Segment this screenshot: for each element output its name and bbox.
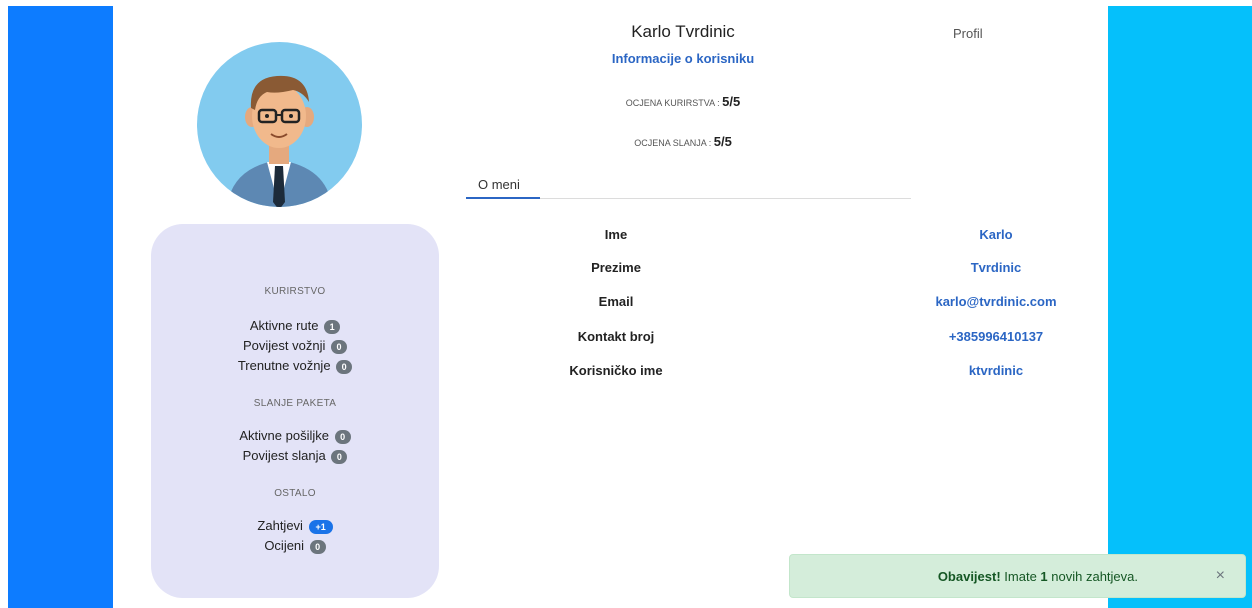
detail-row: Email karlo@tvrdinic.com: [466, 294, 1166, 314]
sidebar-section-title: KURIRSTVO: [264, 286, 326, 297]
notification-strong: Obavijest!: [937, 569, 1001, 584]
sidebar-item-label: Zahtjevi: [257, 518, 303, 533]
count-badge: 0: [334, 429, 351, 444]
profile-label: Profil: [953, 26, 983, 41]
sending-rating-value: 5/5: [713, 134, 732, 149]
user-full-name: Karlo Tvrdinic: [631, 22, 735, 41]
notification-message: Obavijest! Imate 1 novih zahtjeva.: [790, 569, 1138, 584]
sidebar-item-povijest-slanja[interactable]: Povijest slanja 0: [151, 446, 439, 466]
sidebar-item-povijest-voznji[interactable]: Povijest vožnji 0: [151, 336, 439, 356]
count-badge: 0: [336, 359, 353, 374]
detail-row: Ime Karlo: [466, 227, 1166, 247]
sending-rating: OCJENA SLANJA : 5/5: [583, 134, 783, 149]
courier-rating-value: 5/5: [722, 94, 741, 109]
user-info-link[interactable]: Informacije o korisniku: [583, 51, 783, 66]
tab-o-meni[interactable]: O meni: [466, 171, 540, 199]
sidebar-item-label: Povijest slanja: [242, 448, 326, 463]
avatar-icon: [227, 75, 332, 207]
detail-label: Email: [598, 294, 634, 309]
sidebar-item-label: Aktivne pošiljke: [239, 428, 329, 443]
sidebar-item-aktivne-posiljke[interactable]: Aktivne pošiljke 0: [151, 426, 439, 446]
detail-value: +385996410137: [948, 329, 1044, 344]
sidebar: KURIRSTVO Aktivne rute 1 Povijest vožnji…: [151, 224, 439, 598]
count-badge: 0: [309, 539, 326, 554]
detail-value: Karlo: [979, 227, 1013, 242]
detail-row: Kontakt broj +385996410137: [466, 329, 1166, 349]
detail-row: Korisničko ime ktvrdinic: [466, 363, 1166, 383]
sidebar-section-title: SLANJE PAKETA: [253, 398, 337, 409]
detail-row: Prezime Tvrdinic: [466, 260, 1166, 280]
detail-label: Kontakt broj: [577, 329, 655, 344]
notification-toast: Obavijest! Imate 1 novih zahtjeva. ×: [789, 554, 1246, 598]
notification-text-after: novih zahtjeva.: [1047, 569, 1138, 584]
sidebar-item-aktivne-rute[interactable]: Aktivne rute 1: [151, 316, 439, 336]
detail-value: ktvrdinic: [968, 363, 1024, 378]
count-badge: +1: [308, 519, 333, 534]
courier-rating-label: OCJENA KURIRSTVA :: [625, 98, 720, 108]
profile-card: KURIRSTVO Aktivne rute 1 Povijest vožnji…: [113, 6, 1108, 608]
sidebar-section-title: OSTALO: [274, 488, 316, 499]
count-badge: 0: [331, 449, 348, 464]
notification-text-before: Imate: [1000, 569, 1041, 584]
sidebar-item-zahtjevi[interactable]: Zahtjevi +1: [151, 516, 439, 536]
count-badge: 0: [331, 339, 347, 354]
page: KURIRSTVO Aktivne rute 1 Povijest vožnji…: [0, 0, 1252, 608]
notification-count: 1: [1040, 569, 1048, 584]
detail-label: Korisničko ime: [569, 363, 663, 378]
detail-value: Tvrdinic: [970, 260, 1022, 275]
sidebar-item-ocijeni[interactable]: Ocijeni 0: [151, 536, 439, 556]
close-icon[interactable]: ×: [1216, 567, 1225, 585]
sidebar-item-label: Povijest vožnji: [243, 338, 326, 353]
sending-rating-label: OCJENA SLANJA :: [634, 138, 712, 148]
courier-rating: OCJENA KURIRSTVA : 5/5: [583, 94, 783, 109]
sidebar-item-label: Trenutne vožnje: [237, 358, 331, 373]
avatar: [197, 42, 362, 207]
count-badge: 1: [324, 319, 341, 334]
detail-value: karlo@tvrdinic.com: [935, 294, 1057, 309]
sidebar-item-label: Ocijeni: [264, 538, 305, 553]
detail-label: Ime: [604, 227, 628, 242]
detail-label: Prezime: [591, 260, 641, 275]
sidebar-item-label: Aktivne rute: [249, 318, 319, 333]
profile-tabs: O meni: [466, 171, 911, 199]
sidebar-item-trenutne-voznje[interactable]: Trenutne vožnje 0: [151, 356, 439, 376]
left-background-band: [8, 6, 113, 608]
